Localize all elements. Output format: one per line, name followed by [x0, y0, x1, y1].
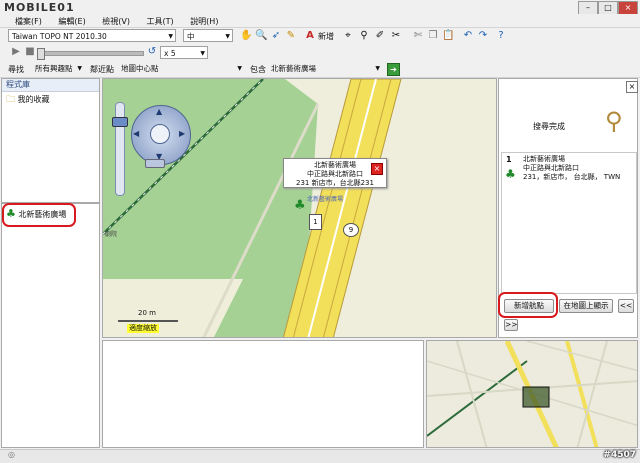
marker-number-sign: 1: [309, 214, 322, 230]
copy-icon[interactable]: ❐: [427, 30, 439, 42]
near-label: 鄰近點: [90, 65, 114, 74]
overview-road-7: [526, 341, 637, 372]
next-results-button[interactable]: >>: [504, 319, 518, 331]
watermark-logo: MOBILE01: [4, 1, 75, 14]
folder-icon: 🗀: [6, 95, 16, 105]
marker-label: 北新藝術廣場: [307, 196, 344, 203]
map-product-select[interactable]: Taiwan TOPO NT 2010.30 ▼: [8, 29, 176, 42]
playback-slider[interactable]: [37, 48, 144, 60]
pencil-icon[interactable]: ✐: [374, 30, 386, 42]
cut-icon[interactable]: ✄: [412, 30, 424, 42]
find-label: 尋找: [8, 65, 24, 74]
result-list-highlight: [2, 203, 76, 227]
popup-city: 231 新店市，台北縣231: [296, 179, 374, 187]
scale-label: 20 m: [138, 309, 156, 317]
prev-results-button[interactable]: <<: [618, 299, 634, 313]
pan-center-button[interactable]: [150, 124, 170, 144]
result-name: 北新藝術廣場: [523, 155, 565, 163]
library-folder[interactable]: 🗀 我的收藏: [2, 92, 99, 108]
help-icon[interactable]: ?: [495, 30, 507, 42]
panel-close-button[interactable]: ×: [626, 81, 638, 93]
new-label[interactable]: 新增: [318, 31, 334, 42]
waypoint-icon[interactable]: ⌖: [342, 30, 354, 42]
pan-left-icon[interactable]: ◀: [133, 129, 139, 138]
menu-view[interactable]: 檢視(V): [95, 14, 137, 29]
loop-icon[interactable]: ↺: [146, 46, 158, 58]
undo-icon[interactable]: ↶: [462, 30, 474, 42]
map-hide-control[interactable]: [145, 159, 165, 168]
pan-up-icon[interactable]: ▲: [156, 107, 162, 116]
detail-panel: [102, 340, 424, 448]
maximize-button[interactable]: □: [598, 1, 618, 15]
search-query-input[interactable]: 北新藝術廣場 ▼: [268, 62, 382, 75]
find-bar: 尋找 所有興趣點 ▼ 鄰近點 地圖中心點 ▼ 包含 北新藝術廣場 ▼ ➔: [0, 61, 640, 78]
near-select[interactable]: 地圖中心點 ▼: [118, 62, 244, 75]
overview-viewport: [522, 386, 550, 408]
speed-select[interactable]: x 5 ▼: [160, 46, 208, 59]
detail-level-select[interactable]: 中 ▼: [183, 29, 233, 42]
menu-tools[interactable]: 工具(T): [140, 14, 181, 29]
result-text: 北新藝術廣場 中正路與北新路口 231，新店市， 台北縣， TWN: [523, 155, 620, 182]
route-shield: 9: [343, 223, 359, 237]
contains-label: 包含: [250, 65, 266, 74]
slider-thumb[interactable]: [37, 48, 45, 60]
map-view[interactable]: ▲ ▼ ◀ ▶ 北新藝術廣場 中正路與北新路口 231 新店市，台北縣231 ×…: [102, 78, 497, 338]
go-search-button[interactable]: ➔: [387, 63, 400, 76]
overview-rail: [427, 360, 528, 437]
hand-icon[interactable]: ✋: [240, 30, 252, 42]
result-tree-icon: ♣: [505, 167, 516, 181]
category-select[interactable]: 所有興趣點 ▼: [32, 62, 84, 75]
menu-file[interactable]: 檔案(F): [8, 14, 49, 29]
cursor-icon[interactable]: ➶: [270, 30, 282, 42]
zoom-icon[interactable]: 🔍: [255, 30, 267, 42]
toolbar-main: Taiwan TOPO NT 2010.30 ▼ 中 ▼ ✋ 🔍 ➶ ✎ A 新增 …: [0, 28, 640, 45]
paste-icon[interactable]: 📋: [442, 30, 454, 42]
poi-marker-icon[interactable]: ♣: [294, 198, 306, 213]
menu-help[interactable]: 說明(H): [183, 14, 225, 29]
magnifier-icon: ⚲: [605, 107, 623, 135]
zoom-hint: 適度縮放: [127, 324, 159, 333]
result-list-panel: ♣ 北新藝術廣場: [1, 203, 100, 448]
measure-icon[interactable]: ✎: [285, 30, 297, 42]
pan-right-icon[interactable]: ▶: [179, 129, 185, 138]
result-address: 中正路與北新路口: [523, 164, 579, 172]
overview-map[interactable]: [426, 340, 638, 448]
menu-edit[interactable]: 編輯(E): [51, 14, 92, 29]
tools-icon[interactable]: ✂: [390, 30, 402, 42]
minimize-button[interactable]: –: [578, 1, 598, 15]
show-on-map-button[interactable]: 在地圖上顯示: [559, 299, 613, 313]
font-icon[interactable]: A: [304, 30, 316, 42]
menu-bar: 檔案(F) 編輯(E) 檢視(V) 工具(T) 說明(H): [0, 14, 640, 28]
stop-icon[interactable]: ■: [24, 46, 36, 58]
search-status: 搜尋完成: [533, 122, 565, 131]
result-number: 1: [506, 155, 512, 164]
redo-icon[interactable]: ↷: [477, 30, 489, 42]
result-city: 231，新店市， 台北縣， TWN: [523, 173, 621, 181]
toolbar-playback: ▶ ■ ↺ x 5 ▼: [0, 44, 640, 62]
map-text-label: 劇院: [105, 231, 118, 238]
close-button[interactable]: ×: [618, 1, 638, 15]
status-icon: ◎: [8, 450, 15, 459]
library-panel: 程式庫 🗀 我的收藏: [1, 78, 100, 203]
scale-bar: [118, 320, 178, 322]
new-route-highlight: [498, 292, 558, 318]
zoom-slider-thumb[interactable]: [112, 117, 128, 127]
status-bar: ◎ #4507: [0, 449, 640, 463]
play-icon[interactable]: ▶: [10, 46, 22, 58]
result-card[interactable]: 1 ♣ 北新藝術廣場 中正路與北新路口 231，新店市， 台北縣， TWN: [501, 152, 637, 294]
library-header: 程式庫: [2, 79, 99, 92]
search-icon[interactable]: ⚲: [358, 30, 370, 42]
overview-canvas[interactable]: [427, 341, 638, 448]
post-id: #4507: [603, 450, 636, 460]
popup-close-button[interactable]: ×: [371, 163, 383, 175]
